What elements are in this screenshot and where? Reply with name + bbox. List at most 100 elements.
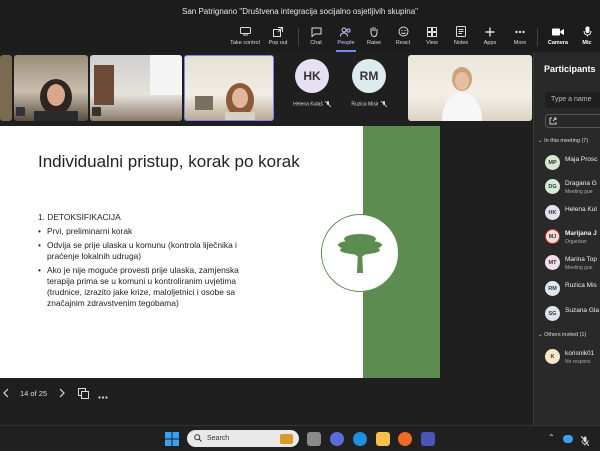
- participant-video-feed: [16, 79, 78, 121]
- video-tile-helena[interactable]: HK Helena Kulaš: [283, 55, 341, 121]
- more-button[interactable]: More: [510, 24, 530, 50]
- mic-icon: [581, 26, 593, 37]
- windows-taskbar: Search ⌃: [0, 425, 600, 450]
- avatar: K: [545, 349, 560, 364]
- mic-muted-tray-icon[interactable]: [580, 433, 590, 451]
- people-button[interactable]: People: [334, 24, 358, 52]
- search-icon: [194, 433, 202, 444]
- participant-video-feed: [442, 67, 482, 121]
- participant-row[interactable]: SG Suzana Gla: [545, 305, 600, 323]
- chat-app-icon[interactable]: [330, 432, 344, 446]
- slide-content-area: Individualni pristup, korak po korak 1. …: [0, 126, 363, 378]
- windows-logo-icon: [165, 432, 179, 446]
- participant-role: Organiser: [565, 239, 587, 245]
- notes-button[interactable]: Notes: [452, 24, 470, 50]
- toolbar-divider: [537, 28, 538, 46]
- task-view-icon[interactable]: [307, 432, 321, 446]
- raise-hand-button[interactable]: Raise: [364, 24, 384, 50]
- panel-title: Participants: [544, 64, 596, 74]
- participants-panel: Participants Type a name ⌄ In this meeti…: [533, 52, 600, 425]
- video-tile-active-speaker[interactable]: [184, 55, 274, 121]
- raise-hand-icon: [368, 26, 380, 37]
- tree-icon: [338, 234, 382, 273]
- participant-name: Dragana G: [565, 180, 597, 187]
- video-gallery: HK Helena Kulaš RM Ruzica Misir: [0, 52, 533, 124]
- video-tile-participant[interactable]: [408, 55, 532, 121]
- participant-search-input[interactable]: Type a name: [545, 92, 600, 108]
- avatar: SG: [545, 306, 560, 321]
- slide-more-icon[interactable]: [98, 392, 108, 401]
- participant-row[interactable]: MJ Marijana J Organiser: [545, 228, 600, 246]
- view-grid-icon: [426, 26, 438, 37]
- video-tile-partial[interactable]: [0, 55, 12, 121]
- participant-row[interactable]: DG Dragana G Meeting gue: [545, 178, 600, 196]
- participant-row[interactable]: MT Marina Top Meeting gue: [545, 254, 600, 272]
- apps-button[interactable]: Apps: [481, 24, 499, 50]
- taskbar-search-box[interactable]: Search: [187, 430, 299, 447]
- participant-name: Suzana Gla: [565, 307, 599, 314]
- avatar: DG: [545, 179, 560, 194]
- mic-off-icon: [380, 101, 387, 107]
- presentation-slide: Individualni pristup, korak po korak 1. …: [0, 126, 440, 378]
- notes-icon: [455, 26, 467, 37]
- pop-out-icon: [272, 26, 284, 37]
- video-tile-ruzica[interactable]: RM Ruzica Misir: [340, 55, 398, 121]
- shared-content-stage: Individualni pristup, korak po korak 1. …: [0, 124, 533, 380]
- participant-video-feed: [92, 55, 182, 116]
- take-control-icon: [239, 26, 251, 37]
- people-icon: [340, 26, 352, 37]
- pop-out-button[interactable]: Pop out: [266, 24, 290, 50]
- tree-logo: [321, 214, 399, 292]
- chat-icon: [310, 26, 322, 37]
- window-titlebar: San Patrignano "Društvena integracija so…: [0, 0, 600, 22]
- avatar: MJ: [545, 229, 560, 244]
- slide-heading: 1. DETOKSIFIKACIJA: [38, 212, 121, 222]
- next-slide-icon[interactable]: [59, 388, 65, 400]
- chat-button[interactable]: Chat: [306, 24, 326, 50]
- slide-body: 1. DETOKSIFIKACIJA Prvi, preliminarni ko…: [38, 212, 268, 312]
- participant-name: Helena Kulaš: [293, 101, 323, 108]
- others-invited-header[interactable]: ⌄ Others invited (1): [538, 332, 586, 338]
- window-title: San Patrignano "Društvena integracija so…: [181, 6, 419, 16]
- participant-name: Maja Prosc: [565, 156, 598, 163]
- participant-name: Ruzica Mis: [565, 282, 597, 289]
- share-invite-button[interactable]: [545, 114, 600, 128]
- mic-button[interactable]: Mic: [578, 24, 596, 50]
- participant-row[interactable]: K korisnik01 No respons: [545, 348, 600, 366]
- video-tile-participant[interactable]: [14, 55, 88, 121]
- participant-name: Helena Kul: [565, 206, 597, 213]
- teams-icon[interactable]: [421, 432, 435, 446]
- video-tile-participant[interactable]: [90, 55, 182, 121]
- slide-grid-icon[interactable]: [78, 388, 89, 401]
- avatar: HK: [545, 205, 560, 220]
- camera-button[interactable]: Camera: [545, 24, 571, 50]
- firefox-icon[interactable]: [398, 432, 412, 446]
- participant-row[interactable]: MP Maja Prosc: [545, 154, 600, 172]
- take-control-button[interactable]: Take control: [228, 24, 262, 50]
- file-explorer-icon[interactable]: [376, 432, 390, 446]
- previous-slide-icon[interactable]: [3, 388, 9, 400]
- briefcase-icon: [280, 433, 293, 444]
- participant-role: No respons: [565, 359, 591, 365]
- react-button[interactable]: React: [393, 24, 413, 50]
- participant-name: Marina Top: [565, 256, 598, 263]
- taskbar-search-label: Search: [207, 435, 230, 442]
- slide-bullet: Prvi, preliminarni korak: [38, 226, 268, 237]
- start-button[interactable]: [165, 432, 179, 446]
- participant-row[interactable]: HK Helena Kul: [545, 204, 600, 222]
- participant-name: Ruzica Misir: [351, 101, 379, 108]
- chevron-up-icon[interactable]: ⌃: [548, 433, 555, 442]
- participant-name: Marijana J: [565, 230, 597, 237]
- onedrive-cloud-icon[interactable]: [563, 435, 573, 443]
- mic-off-icon: [324, 101, 331, 107]
- participant-row[interactable]: RM Ruzica Mis: [545, 280, 600, 298]
- slide-bullet-list: Prvi, preliminarni korak Odvija se prije…: [38, 226, 268, 309]
- edge-browser-icon[interactable]: [353, 432, 367, 446]
- meeting-toolbar: Take control Pop out Chat People Raise R…: [0, 22, 600, 52]
- avatar: HK: [295, 59, 329, 93]
- in-meeting-header[interactable]: ⌄ In this meeting (7): [538, 138, 588, 144]
- participant-name: korisnik01: [565, 350, 595, 357]
- avatar: MP: [545, 155, 560, 170]
- view-button[interactable]: View: [423, 24, 441, 50]
- participant-video-feed: [195, 83, 255, 120]
